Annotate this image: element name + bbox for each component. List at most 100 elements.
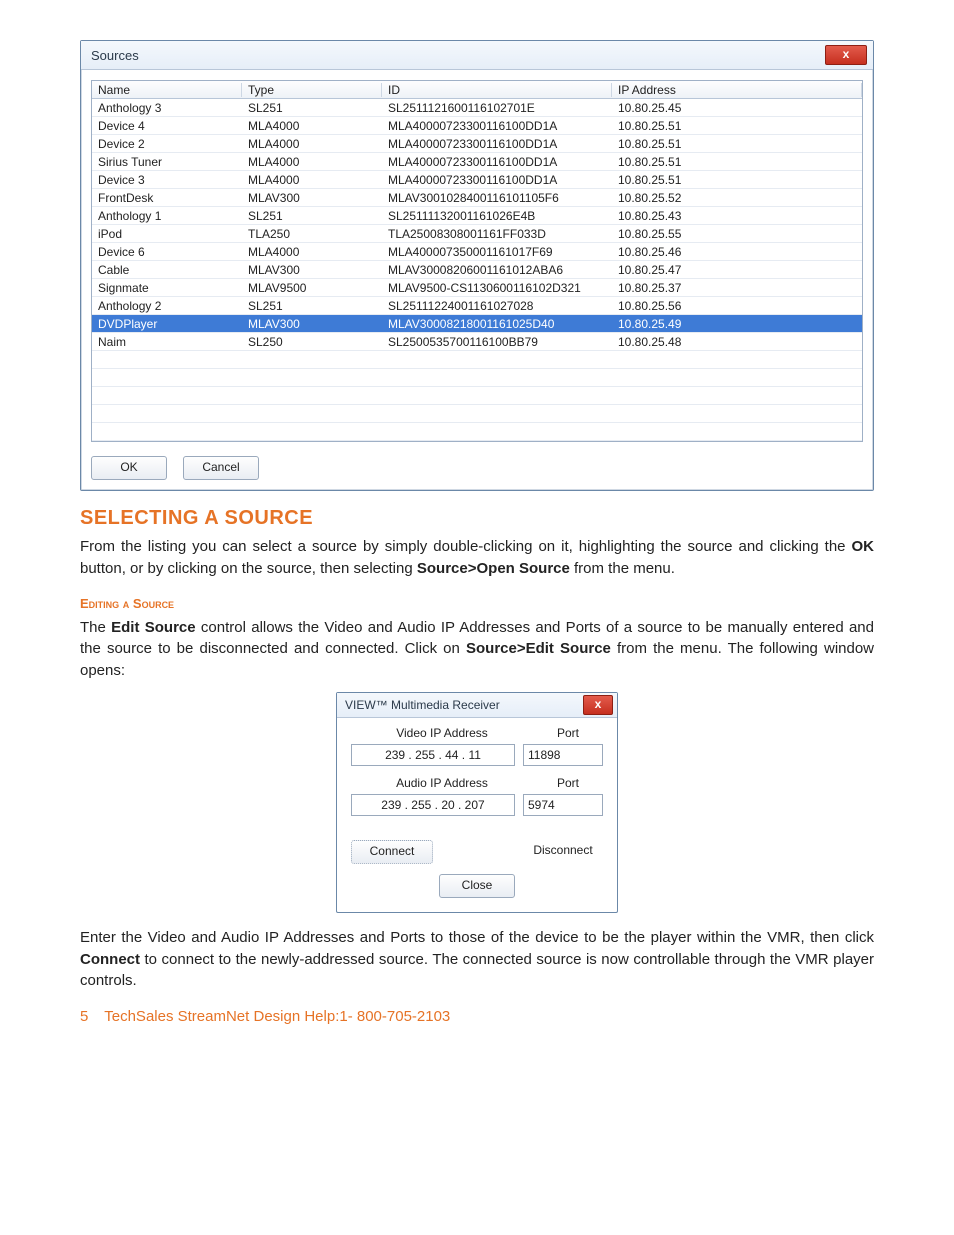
table-row[interactable]: Anthology 3SL251SL2511121600116102701E10… [92, 99, 862, 117]
cell-type: SL251 [242, 101, 382, 115]
cell-ip: 10.80.25.45 [612, 101, 862, 115]
table-row[interactable]: Device 3MLA4000MLA40000723300116100DD1A1… [92, 171, 862, 189]
table-row[interactable]: SignmateMLAV9500MLAV9500-CS1130600116102… [92, 279, 862, 297]
sources-window: Sources x Name Type ID IP Address Anthol… [80, 40, 874, 491]
table-row-empty [92, 405, 862, 423]
table-row[interactable]: NaimSL250SL2500535700116100BB7910.80.25.… [92, 333, 862, 351]
cell-name: Device 4 [92, 119, 242, 133]
cell-id: MLAV30008206001161012ABA6 [382, 263, 612, 277]
view-title: VIEW™ Multimedia Receiver [345, 698, 583, 712]
cell-name: Naim [92, 335, 242, 349]
cell-type: TLA250 [242, 227, 382, 241]
table-row-empty [92, 387, 862, 405]
close-icon[interactable]: x [583, 695, 613, 715]
cell-name: Anthology 2 [92, 299, 242, 313]
page-footer: 5 TechSales StreamNet Design Help:1- 800… [80, 1008, 874, 1025]
cell-ip: 10.80.25.56 [612, 299, 862, 313]
cell-name: DVDPlayer [92, 317, 242, 331]
cell-id: SL25111224001161027028 [382, 299, 612, 313]
audio-ip-input[interactable]: 239 . 255 . 20 . 207 [351, 794, 515, 816]
cell-ip: 10.80.25.51 [612, 173, 862, 187]
table-row[interactable]: DVDPlayerMLAV300MLAV30008218001161025D40… [92, 315, 862, 333]
page-number: 5 [80, 1008, 88, 1025]
cancel-button[interactable]: Cancel [183, 456, 259, 480]
cell-name: Device 2 [92, 137, 242, 151]
cell-ip: 10.80.25.46 [612, 245, 862, 259]
table-row[interactable]: Device 6MLA4000MLA400007350001161017F691… [92, 243, 862, 261]
table-row-empty [92, 423, 862, 441]
table-row[interactable]: FrontDeskMLAV300MLAV3001028400116101105F… [92, 189, 862, 207]
cell-id: SL2511121600116102701E [382, 101, 612, 115]
sources-body: Name Type ID IP Address Anthology 3SL251… [81, 70, 873, 448]
cell-name: FrontDesk [92, 191, 242, 205]
cell-name: iPod [92, 227, 242, 241]
cell-id: MLAV30008218001161025D40 [382, 317, 612, 331]
cell-ip: 10.80.25.52 [612, 191, 862, 205]
audio-port-label: Port [533, 776, 603, 790]
video-port-label: Port [533, 726, 603, 740]
cell-name: Device 6 [92, 245, 242, 259]
cell-ip: 10.80.25.49 [612, 317, 862, 331]
cell-type: MLAV300 [242, 263, 382, 277]
cell-name: Sirius Tuner [92, 155, 242, 169]
cell-ip: 10.80.25.51 [612, 137, 862, 151]
table-row[interactable]: Anthology 2SL251SL2511122400116102702810… [92, 297, 862, 315]
cell-type: MLA4000 [242, 155, 382, 169]
subhead-editing: Editing a Source [80, 596, 874, 611]
cell-ip: 10.80.25.51 [612, 155, 862, 169]
cell-type: MLAV9500 [242, 281, 382, 295]
close-icon[interactable]: x [825, 45, 867, 65]
video-ip-label: Video IP Address [351, 726, 533, 740]
para-after: Enter the Video and Audio IP Addresses a… [80, 927, 874, 992]
footer-text: TechSales StreamNet Design Help:1- 800-7… [104, 1008, 450, 1025]
cell-name: Anthology 3 [92, 101, 242, 115]
cell-name: Anthology 1 [92, 209, 242, 223]
audio-port-input[interactable]: 5974 [523, 794, 603, 816]
cell-type: SL251 [242, 299, 382, 313]
col-id[interactable]: ID [382, 83, 612, 97]
cell-type: MLA4000 [242, 245, 382, 259]
cell-name: Device 3 [92, 173, 242, 187]
ok-button[interactable]: OK [91, 456, 167, 480]
cell-type: MLA4000 [242, 173, 382, 187]
connect-button[interactable]: Connect [351, 840, 433, 864]
disconnect-button[interactable]: Disconnect [523, 840, 603, 862]
cell-id: SL2500535700116100BB79 [382, 335, 612, 349]
para-edit: The Edit Source control allows the Video… [80, 617, 874, 682]
cell-id: MLAV3001028400116101105F6 [382, 191, 612, 205]
heading-selecting: SELECTING A SOURCE [80, 507, 874, 530]
table-row[interactable]: iPodTLA250TLA25008308001161FF033D10.80.2… [92, 225, 862, 243]
table-row-empty [92, 369, 862, 387]
table-row[interactable]: Device 2MLA4000MLA40000723300116100DD1A1… [92, 135, 862, 153]
col-name[interactable]: Name [92, 83, 242, 97]
table-row[interactable]: Anthology 1SL251SL25111132001161026E4B10… [92, 207, 862, 225]
cell-id: MLA40000723300116100DD1A [382, 155, 612, 169]
grid-header[interactable]: Name Type ID IP Address [92, 81, 862, 99]
view-dialog: VIEW™ Multimedia Receiver x Video IP Add… [336, 692, 618, 913]
cell-ip: 10.80.25.37 [612, 281, 862, 295]
sources-grid: Name Type ID IP Address Anthology 3SL251… [91, 80, 863, 442]
cell-name: Cable [92, 263, 242, 277]
cell-ip: 10.80.25.43 [612, 209, 862, 223]
table-row[interactable]: Device 4MLA4000MLA40000723300116100DD1A1… [92, 117, 862, 135]
sources-title: Sources [91, 48, 825, 63]
cell-type: MLA4000 [242, 119, 382, 133]
audio-ip-label: Audio IP Address [351, 776, 533, 790]
cell-type: SL251 [242, 209, 382, 223]
cell-type: MLAV300 [242, 191, 382, 205]
cell-ip: 10.80.25.47 [612, 263, 862, 277]
table-row[interactable]: CableMLAV300MLAV30008206001161012ABA610.… [92, 261, 862, 279]
video-ip-input[interactable]: 239 . 255 . 44 . 11 [351, 744, 515, 766]
col-type[interactable]: Type [242, 83, 382, 97]
sources-titlebar: Sources x [81, 41, 873, 70]
cell-ip: 10.80.25.51 [612, 119, 862, 133]
video-port-input[interactable]: 11898 [523, 744, 603, 766]
cell-id: SL25111132001161026E4B [382, 209, 612, 223]
close-button[interactable]: Close [439, 874, 515, 898]
cell-id: MLA400007350001161017F69 [382, 245, 612, 259]
col-ip[interactable]: IP Address [612, 83, 862, 97]
sources-buttons: OK Cancel [81, 448, 873, 490]
cell-id: TLA25008308001161FF033D [382, 227, 612, 241]
table-row[interactable]: Sirius TunerMLA4000MLA40000723300116100D… [92, 153, 862, 171]
cell-type: MLA4000 [242, 137, 382, 151]
